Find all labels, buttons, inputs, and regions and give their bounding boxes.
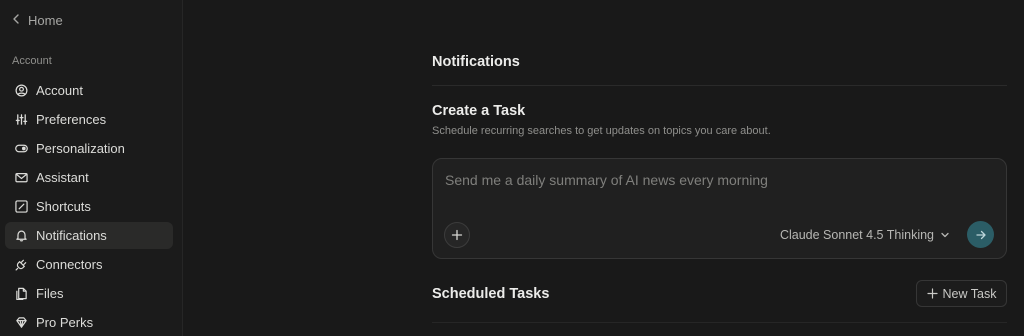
sidebar-item-pro-perks[interactable]: Pro Perks <box>5 309 173 336</box>
plus-icon <box>926 288 938 299</box>
sidebar-item-label: Account <box>36 83 83 98</box>
sidebar-item-label: Preferences <box>36 112 107 127</box>
sidebar-item-label: Shortcuts <box>36 199 91 214</box>
sidebar-item-label: Files <box>36 286 64 301</box>
user-circle-icon <box>14 84 28 98</box>
new-task-button[interactable]: New Task <box>916 280 1007 307</box>
shortcut-icon <box>14 200 28 214</box>
divider <box>432 322 1007 323</box>
sidebar-item-account[interactable]: Account <box>5 77 173 104</box>
sidebar-item-label: Pro Perks <box>36 315 94 330</box>
sidebar-item-label: Personalization <box>36 141 125 156</box>
chevron-left-icon <box>10 13 22 28</box>
sliders-icon <box>14 113 28 127</box>
create-task-title: Create a Task <box>432 103 526 119</box>
chevron-down-icon <box>940 230 950 240</box>
settings-app: Home Account Account Preferences Persona… <box>0 0 1024 336</box>
task-composer: Claude Sonnet 4.5 Thinking <box>432 158 1007 259</box>
plug-icon <box>14 258 28 272</box>
model-label: Claude Sonnet 4.5 Thinking <box>779 228 934 242</box>
sidebar: Home Account Account Preferences Persona… <box>0 0 183 336</box>
toggle-icon <box>14 142 28 156</box>
sidebar-item-label: Assistant <box>36 170 89 185</box>
perks-icon <box>14 316 28 330</box>
model-select[interactable]: Claude Sonnet 4.5 Thinking <box>780 228 950 242</box>
new-task-label: New Task <box>942 286 997 301</box>
plus-icon <box>451 229 463 241</box>
sidebar-item-shortcuts[interactable]: Shortcuts <box>5 193 173 220</box>
page-title: Notifications <box>432 54 520 70</box>
sidebar-item-preferences[interactable]: Preferences <box>5 106 173 133</box>
mail-icon <box>14 171 28 185</box>
create-task-subtitle: Schedule recurring searches to get updat… <box>432 125 771 137</box>
home-link[interactable]: Home <box>10 10 63 30</box>
sidebar-section-label: Account <box>12 55 52 67</box>
add-attachment-button[interactable] <box>444 222 470 248</box>
sidebar-item-personalization[interactable]: Personalization <box>5 135 173 162</box>
sidebar-item-label: Connectors <box>36 257 103 272</box>
sidebar-nav: Account Preferences Personalization Assi… <box>5 77 173 336</box>
scheduled-tasks-title: Scheduled Tasks <box>432 286 550 302</box>
task-input[interactable] <box>445 172 965 188</box>
home-label: Home <box>28 12 63 28</box>
send-button[interactable] <box>967 221 994 248</box>
sidebar-item-connectors[interactable]: Connectors <box>5 251 173 278</box>
sidebar-item-label: Notifications <box>36 228 107 243</box>
bell-icon <box>14 229 28 243</box>
sidebar-item-assistant[interactable]: Assistant <box>5 164 173 191</box>
arrow-right-icon <box>975 229 987 241</box>
files-icon <box>14 287 28 301</box>
sidebar-item-files[interactable]: Files <box>5 280 173 307</box>
divider <box>432 85 1007 86</box>
sidebar-item-notifications[interactable]: Notifications <box>5 222 173 249</box>
